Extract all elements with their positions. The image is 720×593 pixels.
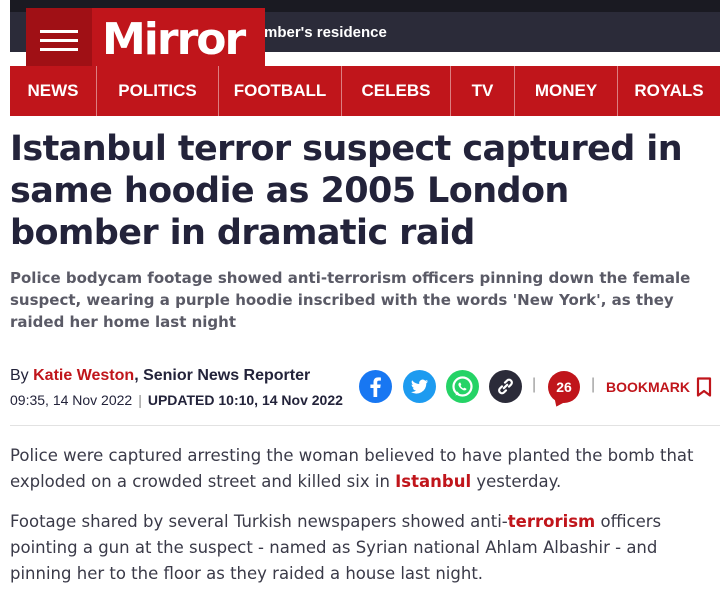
mirror-logo[interactable]: Mirror (102, 12, 246, 68)
byline-divider (10, 425, 720, 426)
share-separator: | (532, 376, 537, 393)
nav-item-football[interactable]: FOOTBALL (219, 66, 342, 116)
paragraph-text: Police were captured arresting the woman… (10, 446, 694, 491)
published-time: 09:35, 14 Nov 2022 (10, 392, 133, 408)
share-separator: | (591, 376, 596, 393)
comment-count: 26 (556, 379, 572, 395)
article-paragraph: Footage shared by several Turkish newspa… (10, 509, 718, 587)
terrorism-topic-link[interactable]: terrorism (508, 512, 596, 531)
hamburger-icon (40, 39, 78, 42)
hamburger-icon (40, 48, 78, 51)
updated-time: UPDATED 10:10, 14 Nov 2022 (147, 392, 343, 408)
logo-block: Mirror (26, 8, 265, 72)
paragraph-text: Footage shared by several Turkish newspa… (10, 512, 508, 531)
paragraph-text: yesterday. (471, 472, 562, 491)
article-standfirst: Police bodycam footage showed anti-terro… (10, 269, 691, 331)
nav-item-politics[interactable]: POLITICS (97, 66, 219, 116)
comment-bubble-tail (550, 396, 566, 410)
nav-item-royals[interactable]: ROYALS (618, 66, 720, 116)
whatsapp-icon[interactable] (446, 370, 479, 403)
bookmark-label: BOOKMARK (606, 379, 690, 395)
author-role: , Senior News Reporter (134, 367, 311, 384)
publish-dates: 09:35, 14 Nov 2022 | UPDATED 10:10, 14 Nov… (10, 392, 343, 408)
top-header: mber's residence Mirror (0, 0, 720, 72)
twitter-icon[interactable] (403, 370, 436, 403)
article-paragraph: Police were captured arresting the woman… (10, 443, 718, 495)
main-nav: NEWS POLITICS FOOTBALL CELEBS TV MONEY R… (10, 66, 720, 116)
hamburger-icon (40, 30, 78, 33)
byline-prefix: By (10, 367, 34, 384)
breaking-news-ticker[interactable]: mber's residence (264, 24, 387, 41)
article-headline: Istanbul terror suspect captured in same… (10, 129, 683, 253)
link-icon[interactable] (489, 370, 522, 403)
author-link[interactable]: Katie Weston (33, 367, 134, 384)
byline: By Katie Weston, Senior News Reporter (10, 367, 310, 385)
bookmark-button[interactable]: BOOKMARK (606, 377, 712, 397)
facebook-icon[interactable] (359, 370, 392, 403)
nav-item-celebs[interactable]: CELEBS (342, 66, 451, 116)
bookmark-icon (696, 377, 712, 397)
nav-item-news[interactable]: NEWS (10, 66, 97, 116)
menu-button[interactable] (26, 8, 92, 72)
nav-item-money[interactable]: MONEY (515, 66, 618, 116)
istanbul-topic-link[interactable]: Istanbul (395, 472, 471, 491)
date-separator: | (138, 392, 142, 408)
comments-button[interactable]: 26 (548, 371, 580, 410)
nav-item-tv[interactable]: TV (451, 66, 515, 116)
